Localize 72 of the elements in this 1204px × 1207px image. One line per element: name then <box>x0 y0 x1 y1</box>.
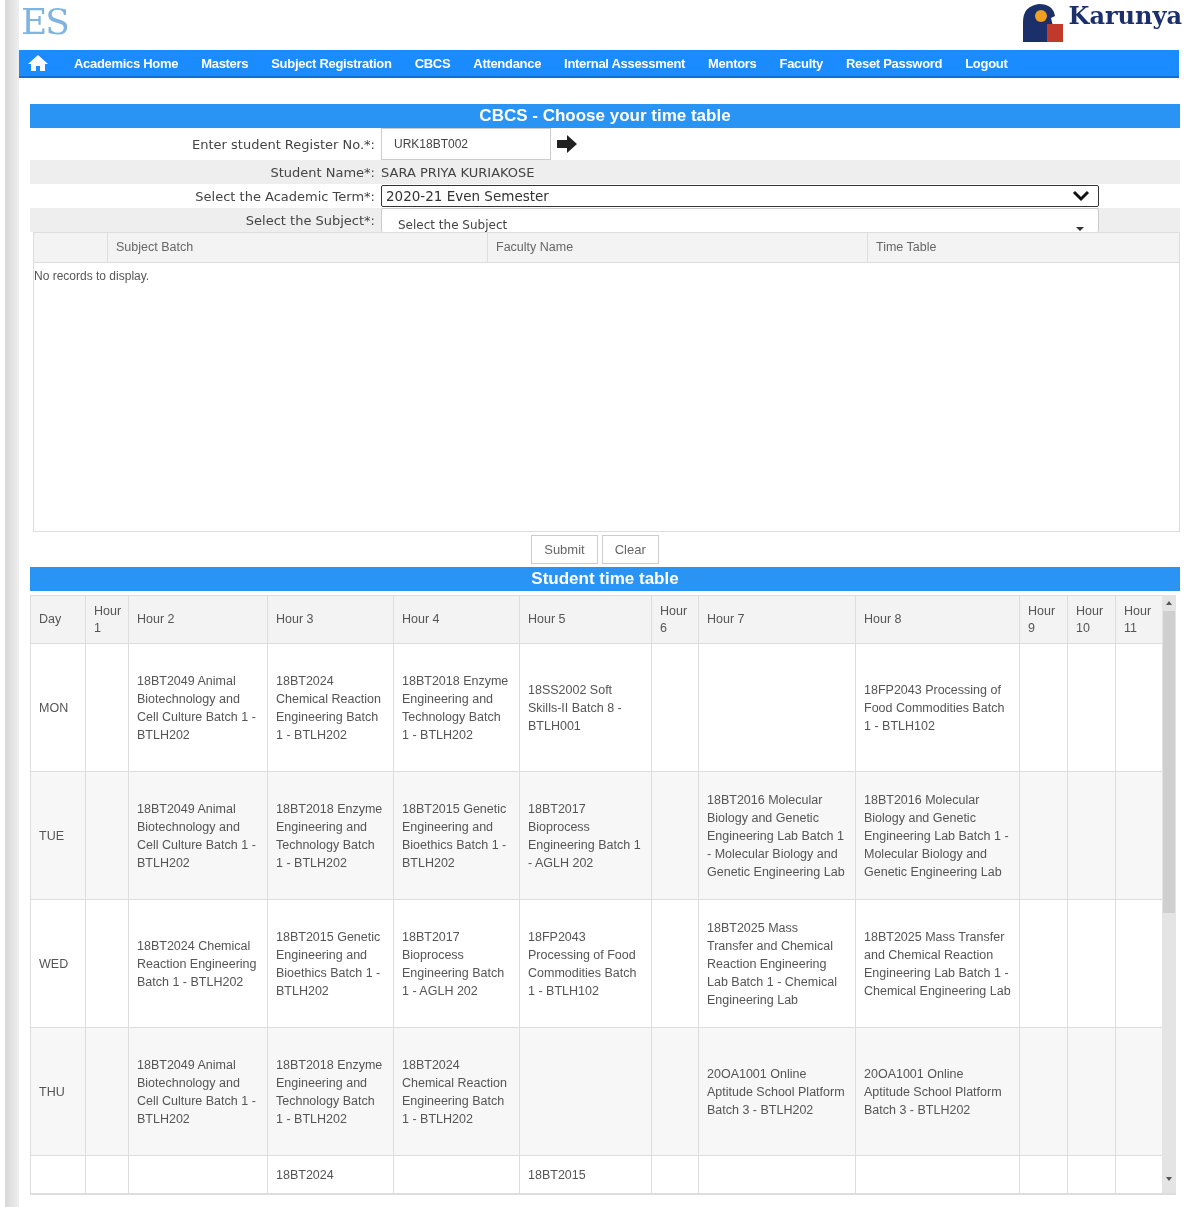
column-header: Hour 6 <box>651 595 699 644</box>
nav-link[interactable]: CBCS <box>414 55 451 71</box>
column-header: Time Table <box>875 239 938 256</box>
arrow-right-icon[interactable] <box>555 134 579 154</box>
field-label: Student Name*: <box>269 164 376 180</box>
column-header: Hour 1 <box>85 595 129 644</box>
table-cell: 20OA1001 Online Aptitude School Platform Batch 3 - BTLH202 <box>707 1066 845 1117</box>
day-label: THU <box>39 1084 65 1099</box>
day-label: WED <box>39 956 69 971</box>
column-header: Hour 11 <box>1115 595 1162 644</box>
table-cell: 18BT2025 Mass Transfer and Chemical Reaction Engineering Lab Batch 1 - Chemical Engineering Lab <box>707 920 837 1007</box>
table-cell: 18FP2043 Processing of Food Commodities Batch 1 - BTLH102 <box>864 682 1005 733</box>
nav-link[interactable]: Reset Password <box>845 55 943 71</box>
table-cell: 18BT2016 Molecular Biology and Genetic Engineering Lab Batch 1 - Molecular Biology and Genetic Engineering Lab <box>707 792 845 879</box>
nav-link[interactable]: Attendance <box>473 55 542 71</box>
column-header: Hour 4 <box>393 595 520 644</box>
table-cell: 18BT2015 Genetic Engineering and Bioethics Batch 1 - BTLH202 <box>402 801 507 870</box>
table-cell: 18BT2018 Enzyme Engineering and Technology Batch 1 - BTLH202 <box>402 673 509 742</box>
student-name-value: SARA PRIYA KURIAKOSE <box>381 164 535 180</box>
section-title: Student time table <box>30 567 1180 591</box>
column-header: Hour 2 <box>128 595 268 644</box>
section-title: CBCS - Choose your time table <box>30 104 1180 128</box>
table-cell: 18BT2015 Genetic Engineering and Bioethics Batch 1 - BTLH202 <box>276 929 381 998</box>
form-button[interactable]: Clear <box>601 535 659 564</box>
column-header: Subject Batch <box>108 233 488 262</box>
field-label: Enter student Register No.*: <box>191 136 376 152</box>
table-cell: 18BT2025 Mass Transfer and Chemical Reaction Engineering Lab Batch 1 - Chemical Engineering Lab <box>864 929 1011 998</box>
home-icon[interactable] <box>27 54 49 72</box>
nav-link[interactable]: Subject Registration <box>271 55 392 71</box>
nav-link[interactable]: Mentors <box>708 55 757 71</box>
table-cell: 18SS2002 Soft Skills-II Batch 8 - BTLH001 <box>528 682 622 733</box>
field-label: Select the Subject*: <box>244 212 376 228</box>
nav-link[interactable]: Faculty <box>779 55 823 71</box>
column-header: Day <box>30 595 86 644</box>
table-cell: 18BT2024 Chemical Reaction Engineering Batch 1 - BTLH202 <box>402 1057 507 1126</box>
brand-logo-text: Karunya <box>1068 2 1182 30</box>
table-cell: 18BT2024 <box>276 1168 334 1182</box>
day-label: TUE <box>39 828 64 843</box>
chevron-down-icon <box>1072 190 1090 202</box>
column-header: Hour 9 <box>1019 595 1068 644</box>
table-cell: 18BT2017 Bioprocess Engineering Batch 1 - AGLH 202 <box>402 929 505 998</box>
table-cell: 18FP2043 Processing of Food Commodities Batch 1 - BTLH102 <box>528 929 637 998</box>
column-header: Hour 8 <box>855 595 1020 644</box>
column-header: Hour 10 <box>1067 595 1116 644</box>
empty-message: No records to display. <box>34 269 150 283</box>
table-cell: 18BT2016 Molecular Biology and Genetic Engineering Lab Batch 1 - Molecular Biology and Genetic Engineering Lab <box>864 792 1009 879</box>
table-cell: 18BT2018 Enzyme Engineering and Technology Batch 1 - BTLH202 <box>276 801 383 870</box>
term-dropdown[interactable]: 2020-21 Even Semester <box>381 185 1099 207</box>
scrollbar[interactable] <box>1162 595 1176 1193</box>
nav-link[interactable]: Masters <box>201 55 249 71</box>
table-cell: 18BT2049 Animal Biotechnology and Cell Culture Batch 1 - BTLH202 <box>137 801 256 870</box>
column-header: Hour 3 <box>267 595 394 644</box>
table-cell: 18BT2018 Enzyme Engineering and Technology Batch 1 - BTLH202 <box>276 1057 383 1126</box>
table-cell: 18BT2049 Animal Biotechnology and Cell Culture Batch 1 - BTLH202 <box>137 673 256 742</box>
subject-dropdown[interactable]: Select the Subject <box>381 208 1099 232</box>
table-cell: 18BT2017 Bioprocess Engineering Batch 1 - AGLH 202 <box>528 801 641 870</box>
form-button[interactable]: Submit <box>531 535 598 564</box>
column-header: Hour 5 <box>519 595 652 644</box>
logo-text: ES <box>21 2 68 42</box>
column-header: Hour 7 <box>698 595 856 644</box>
nav-link[interactable]: Academics Home <box>74 55 179 71</box>
table-cell: 18BT2024 Chemical Reaction Engineering Batch 1 - BTLH202 <box>276 673 381 742</box>
table-cell: 20OA1001 Online Aptitude School Platform Batch 3 - BTLH202 <box>864 1066 1002 1117</box>
table-cell: 18BT2024 Chemical Reaction Engineering Batch 1 - BTLH202 <box>137 938 257 989</box>
column-header: Faculty Name <box>488 233 868 262</box>
table-cell: 18BT2015 <box>528 1168 586 1182</box>
day-label: MON <box>39 700 69 715</box>
table-cell: 18BT2049 Animal Biotechnology and Cell Culture Batch 1 - BTLH202 <box>137 1057 256 1126</box>
nav-link[interactable]: Internal Assessment <box>564 55 686 71</box>
register-number-field[interactable]: URK18BT002 <box>381 128 551 160</box>
nav-link[interactable]: Logout <box>965 55 1008 71</box>
field-label: Select the Academic Term*: <box>194 188 376 204</box>
